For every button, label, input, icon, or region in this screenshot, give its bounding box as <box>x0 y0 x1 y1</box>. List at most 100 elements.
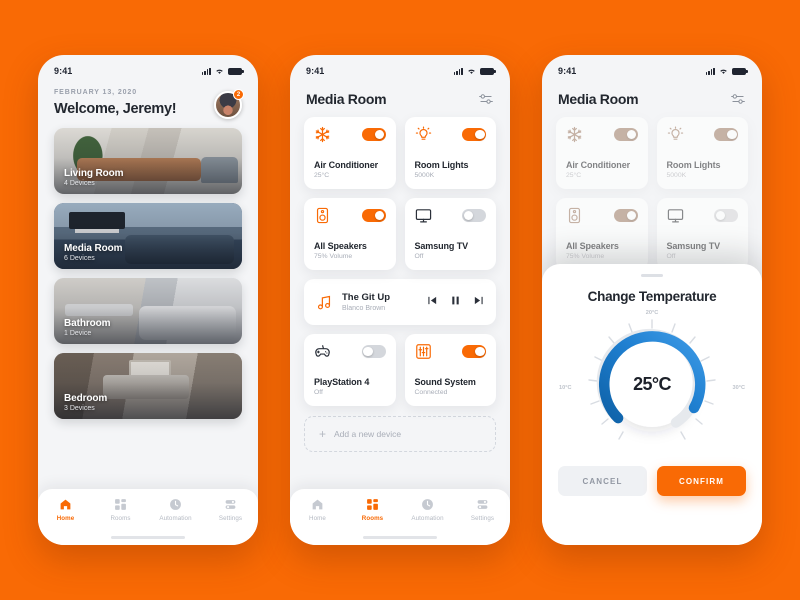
filter-sliders-icon[interactable] <box>478 92 494 106</box>
device-name: Sound System <box>414 377 476 387</box>
device-status: 5000K <box>414 172 435 179</box>
pause-icon <box>452 296 459 305</box>
speaker-icon <box>568 207 581 224</box>
tv-icon <box>415 209 431 223</box>
device-toggle[interactable] <box>714 209 738 222</box>
device-card-air-conditioner[interactable]: Air Conditioner 25°C <box>556 117 648 189</box>
device-toggle[interactable] <box>613 128 638 141</box>
battery-icon <box>228 67 244 75</box>
battery-icon <box>480 67 496 75</box>
next-track-button[interactable] <box>473 293 484 311</box>
room-name: Bathroom <box>64 317 111 329</box>
media-player: The Git Up Blanco Brown <box>304 279 496 325</box>
current-date: FEBRUARY 13, 2020 <box>54 89 137 96</box>
device-toggle[interactable] <box>361 128 386 141</box>
room-card-bedroom[interactable]: Bedroom 3 Devices <box>54 353 242 419</box>
tab-settings[interactable]: Settings <box>459 498 507 522</box>
tab-label: Automation <box>159 515 192 522</box>
home-indicator <box>363 536 437 539</box>
tab-automation[interactable]: Automation <box>404 498 452 522</box>
track-artist: Blanco Brown <box>342 305 386 312</box>
device-name: PlayStation 4 <box>314 377 370 387</box>
device-card-playstation-4[interactable]: PlayStation 4 Off <box>304 334 396 406</box>
tab-rooms[interactable]: Rooms <box>97 498 145 522</box>
temperature-dial[interactable]: 20°C 10°C 30°C 25°C <box>559 310 745 462</box>
device-name: Samsung TV <box>414 241 469 251</box>
room-card-bathroom[interactable]: Bathroom 1 Device <box>54 278 242 344</box>
profile-avatar-button[interactable]: 2 <box>214 89 244 119</box>
home-icon <box>312 499 323 510</box>
sliders-icon <box>477 500 488 509</box>
device-toggle[interactable] <box>613 209 638 222</box>
wifi-icon <box>720 69 727 74</box>
phone-screen-room-devices: 9:41 Media Room Air Conditioner 25°C Roo… <box>290 55 510 545</box>
previous-track-button[interactable] <box>427 293 438 311</box>
tab-rooms[interactable]: Rooms <box>349 498 397 522</box>
tab-label: Rooms <box>361 515 384 522</box>
device-card-samsung-tv[interactable]: Samsung TV Off <box>404 198 496 270</box>
tab-label: Settings <box>218 515 243 522</box>
app-showcase: 9:41 FEBRUARY 13, 2020 Welcome, Jeremy! … <box>0 0 800 600</box>
tab-automation[interactable]: Automation <box>152 498 200 522</box>
tab-home[interactable]: Home <box>42 498 90 522</box>
status-bar: 9:41 <box>290 55 510 81</box>
device-toggle[interactable] <box>714 128 738 141</box>
home-indicator <box>111 536 185 539</box>
status-icons <box>201 67 244 75</box>
status-bar: 9:41 <box>542 55 762 81</box>
room-header: Media Room <box>290 81 510 107</box>
tab-label: Home <box>56 515 75 522</box>
device-status: Off <box>314 389 323 396</box>
room-device-count: 6 Devices <box>64 255 95 262</box>
device-toggle[interactable] <box>462 345 486 358</box>
equalizer-icon <box>415 344 431 359</box>
device-name: All Speakers <box>566 241 619 251</box>
room-device-count: 1 Device <box>64 330 92 337</box>
device-card-room-lights[interactable]: Room Lights 5000K <box>404 117 496 189</box>
device-card-air-conditioner[interactable]: Air Conditioner 25°C <box>304 117 396 189</box>
device-toggle[interactable] <box>462 209 486 222</box>
device-card-room-lights[interactable]: Room Lights 5000K <box>656 117 748 189</box>
music-note-icon <box>317 295 331 309</box>
status-bar: 9:41 <box>38 55 258 81</box>
temperature-value: 25°C <box>633 374 671 394</box>
gamepad-icon <box>315 345 330 357</box>
status-time: 9:41 <box>558 66 577 76</box>
cellular-bars-icon <box>453 67 463 75</box>
tab-settings[interactable]: Settings <box>207 498 255 522</box>
filter-sliders-icon[interactable] <box>730 92 746 106</box>
pause-button[interactable] <box>450 293 461 311</box>
sheet-grabber[interactable] <box>641 274 663 277</box>
device-name: Samsung TV <box>666 241 721 251</box>
device-name: All Speakers <box>314 241 367 251</box>
room-name: Bedroom <box>64 392 108 404</box>
device-toggle[interactable] <box>361 345 386 358</box>
home-icon <box>60 499 71 510</box>
device-status: 5000K <box>666 172 687 179</box>
device-name: Room Lights <box>666 160 721 170</box>
device-toggle[interactable] <box>361 209 386 222</box>
room-device-count: 3 Devices <box>64 405 95 412</box>
room-header: Media Room <box>542 81 762 107</box>
device-status: Connected <box>414 389 448 396</box>
add-new-device-button[interactable]: + Add a new device <box>304 416 496 452</box>
tab-home[interactable]: Home <box>294 498 342 522</box>
device-card-samsung-tv[interactable]: Samsung TV Off <box>656 198 748 270</box>
cancel-button[interactable]: CANCEL <box>558 466 647 496</box>
status-time: 9:41 <box>306 66 325 76</box>
room-card-living-room[interactable]: Living Room 4 Devices <box>54 128 242 194</box>
sliders-icon <box>225 500 236 509</box>
tab-label: Settings <box>470 515 495 522</box>
device-toggle[interactable] <box>462 128 486 141</box>
room-card-media-room[interactable]: Media Room 6 Devices <box>54 203 242 269</box>
device-card-all-speakers[interactable]: All Speakers 75% Volume <box>304 198 396 270</box>
device-name: Air Conditioner <box>566 160 630 170</box>
device-name: Air Conditioner <box>314 160 378 170</box>
cellular-bars-icon <box>705 67 715 75</box>
tab-label: Automation <box>411 515 444 522</box>
device-status: 25°C <box>566 172 582 179</box>
notification-badge: 2 <box>233 89 244 100</box>
confirm-button[interactable]: CONFIRM <box>657 466 746 496</box>
device-card-sound-system[interactable]: Sound System Connected <box>404 334 496 406</box>
device-card-all-speakers[interactable]: All Speakers 75% Volume <box>556 198 648 270</box>
